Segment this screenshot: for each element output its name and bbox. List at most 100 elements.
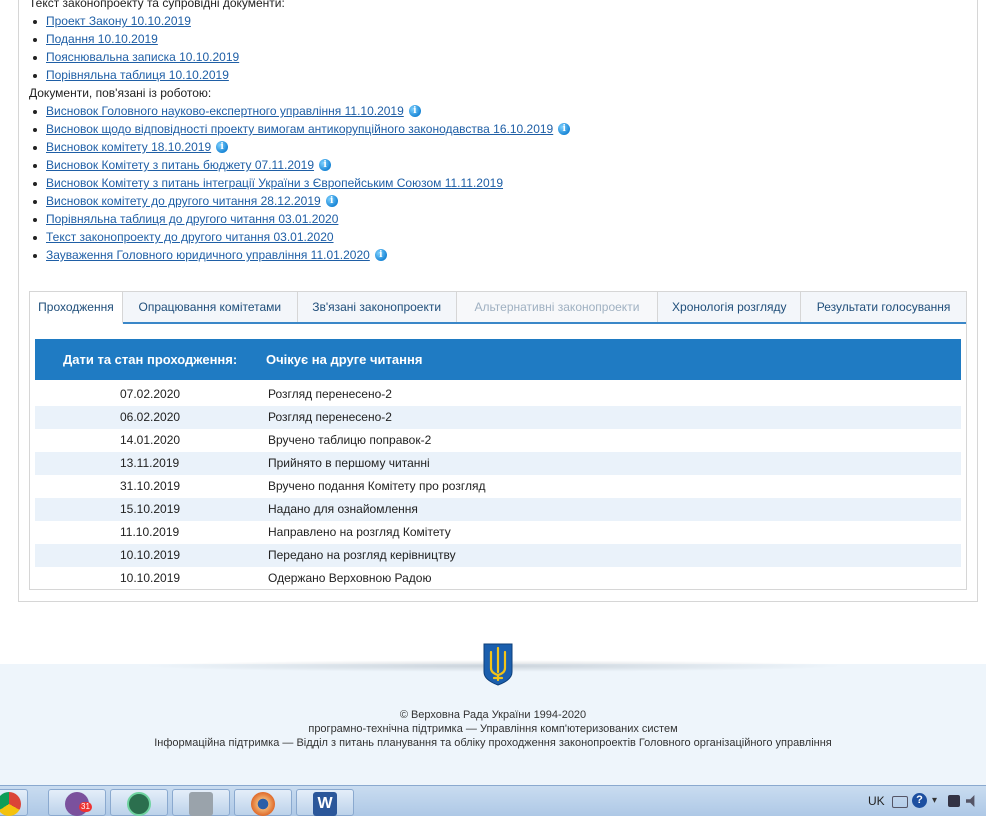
document-item: Проект Закону 10.10.2019 [29, 12, 967, 30]
row-status: Надано для ознайомлення [268, 502, 418, 516]
tray-arrow-icon[interactable]: ▾ [932, 795, 937, 806]
row-date: 10.10.2019 [120, 571, 181, 585]
row-status: Вручено таблицю поправок-2 [268, 433, 432, 447]
document-item: Висновок Головного науково-експертного у… [29, 102, 967, 120]
word-icon: W [313, 792, 337, 816]
info-icon[interactable]: i [374, 249, 387, 261]
system-tray: UK ? ▾ [856, 786, 986, 816]
row-status: Прийнято в першому читанні [268, 456, 430, 470]
document-link[interactable]: Висновок Комітету з питань бюджету 07.11… [46, 158, 314, 172]
row-date: 13.11.2019 [120, 456, 180, 470]
network-icon[interactable] [948, 795, 960, 807]
document-item: Текст законопроекту до другого читання 0… [29, 228, 967, 246]
coat-of-arms-icon [483, 643, 513, 686]
row-date: 06.02.2020 [120, 410, 181, 424]
info-icon[interactable]: i [558, 123, 571, 135]
document-item: Висновок щодо відповідності проекту вимо… [29, 120, 967, 138]
tab-0[interactable]: Проходження [30, 292, 123, 324]
footer-tech-support: програмно-технічна підтримка — Управлінн… [308, 723, 678, 735]
help-icon[interactable]: ? [912, 793, 927, 808]
tab-3: Альтернативні законопроекти [456, 292, 659, 322]
info-icon[interactable]: i [216, 141, 229, 153]
document-item: Висновок комітету 18.10.2019 i [29, 138, 967, 156]
viber-badge: 31 [79, 802, 92, 812]
tab-5[interactable]: Результати голосування [801, 292, 966, 322]
table-row: 10.10.2019 Одержано Верховною Радою [35, 567, 961, 590]
row-date: 14.01.2020 [120, 433, 181, 447]
row-date: 15.10.2019 [120, 502, 181, 516]
table-row: 31.10.2019 Вручено подання Комітету про р… [35, 475, 961, 498]
info-icon[interactable]: i [408, 105, 421, 117]
tab-bar: Проходження Опрацювання комітетами Зв'язан… [30, 292, 966, 324]
language-indicator[interactable]: UK [868, 794, 885, 808]
document-link[interactable]: Проект Закону 10.10.2019 [46, 14, 191, 28]
table-row: 07.02.2020 Розгляд перенесено-2 [35, 383, 961, 406]
table-row: 15.10.2019 Надано для ознайомлення [35, 498, 961, 521]
document-link[interactable]: Висновок щодо відповідності проекту вимо… [46, 122, 553, 136]
row-status: Вручено подання Комітету про розгляд [268, 479, 486, 493]
taskbar-viber[interactable]: 31 [48, 789, 106, 816]
document-item: Порівняльна таблиця до другого читання 0… [29, 210, 967, 228]
document-item: Висновок Комітету з питань інтеграції Ук… [29, 174, 967, 192]
row-status: Розгляд перенесено-2 [268, 410, 392, 424]
row-date: 31.10.2019 [120, 479, 181, 493]
table-row: 13.11.2019 Прийнято в першому читанні [35, 452, 961, 475]
document-item: Висновок Комітету з питань бюджету 07.11… [29, 156, 967, 174]
document-item: Подання 10.10.2019 [29, 30, 967, 48]
taskbar-eye-app[interactable] [234, 789, 292, 816]
document-link[interactable]: Висновок комітету 18.10.2019 [46, 140, 211, 154]
document-item: Порівняльна таблиця 10.10.2019 [29, 66, 967, 84]
taskbar-chrome[interactable] [0, 789, 28, 816]
row-date: 07.02.2020 [120, 387, 181, 401]
document-link[interactable]: Порівняльна таблиця 10.10.2019 [46, 68, 229, 82]
document-link[interactable]: Зауваження Головного юридичного управлін… [46, 248, 370, 262]
content-card: Текст законопроекту та супровідні докуме… [18, 0, 978, 602]
document-link[interactable]: Подання 10.10.2019 [46, 32, 158, 46]
document-link[interactable]: Текст законопроекту до другого читання 0… [46, 230, 334, 244]
status-header: Дати та стан проходження: Очікує на друг… [35, 339, 961, 380]
document-item: Зауваження Головного юридичного управлін… [29, 246, 967, 264]
tab-4[interactable]: Хронологія розгляду [658, 292, 802, 322]
printer-icon [189, 792, 213, 816]
document-link[interactable]: Пояснювальна записка 10.10.2019 [46, 50, 239, 64]
taskbar-app[interactable] [110, 789, 168, 816]
row-status: Направлено на розгляд Комітету [268, 525, 451, 539]
chrome-icon [0, 792, 21, 816]
row-status: Розгляд перенесено-2 [268, 387, 392, 401]
info-icon[interactable]: i [319, 159, 332, 171]
table-row: 06.02.2020 Розгляд перенесено-2 [35, 406, 961, 429]
row-date: 11.10.2019 [120, 525, 180, 539]
status-header-value: Очікує на друге читання [266, 352, 423, 367]
document-link[interactable]: Висновок Комітету з питань інтеграції Ук… [46, 176, 503, 190]
info-icon[interactable]: i [325, 195, 338, 207]
document-link[interactable]: Висновок комітету до другого читання 28.… [46, 194, 321, 208]
taskbar-printer[interactable] [172, 789, 230, 816]
table-row: 14.01.2020 Вручено таблицю поправок-2 [35, 429, 961, 452]
app-icon [127, 792, 151, 816]
table-row: 10.10.2019 Передано на розгляд керівництв… [35, 544, 961, 567]
os-taskbar: 31 W UK ? ▾ [0, 785, 986, 816]
document-item: Висновок комітету до другого читання 28.… [29, 192, 967, 210]
footer-text: © Верховна Рада України 1994-2020 програ… [0, 708, 986, 750]
row-status: Одержано Верховною Радою [268, 571, 432, 585]
row-status: Передано на розгляд керівництву [268, 548, 456, 562]
taskbar-word[interactable]: W [296, 789, 354, 816]
tab-2[interactable]: Зв'язані законопроекти [297, 292, 457, 322]
tab-1[interactable]: Опрацювання комітетами [122, 292, 298, 322]
status-table: 07.02.2020 Розгляд перенесено-2 06.02.2020… [35, 383, 961, 590]
footer-copyright: © Верховна Рада України 1994-2020 [399, 709, 587, 721]
bill-tabs-widget: Проходження Опрацювання комітетами Зв'язан… [29, 291, 967, 590]
bill-docs-list: Проект Закону 10.10.2019 Подання 10.10.20… [29, 12, 967, 84]
volume-icon[interactable] [966, 795, 975, 807]
table-row: 11.10.2019 Направлено на розгляд Комітету [35, 521, 961, 544]
related-docs-list: Висновок Головного науково-експертного у… [29, 102, 967, 264]
document-link[interactable]: Висновок Головного науково-експертного у… [46, 104, 404, 118]
keyboard-icon[interactable] [892, 796, 908, 808]
eye-icon [251, 792, 275, 816]
bill-docs-heading: Текст законопроекту та супровідні докуме… [29, 0, 285, 10]
documents-section: Текст законопроекту та супровідні докуме… [29, 0, 967, 264]
status-header-key: Дати та стан проходження: [63, 352, 238, 367]
row-date: 10.10.2019 [120, 548, 181, 562]
related-docs-heading: Документи, пов'язані із роботою: [29, 86, 212, 100]
document-link[interactable]: Порівняльна таблиця до другого читання 0… [46, 212, 338, 226]
